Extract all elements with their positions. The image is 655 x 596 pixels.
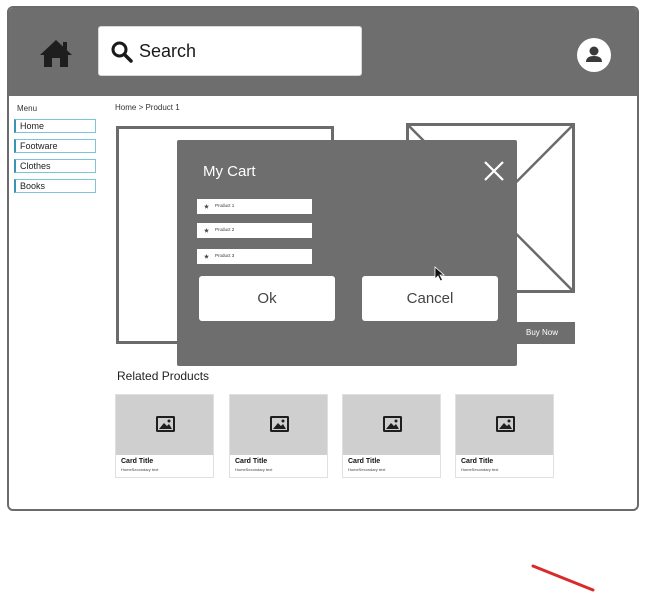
card-subtitle: HomeSecondary text (348, 467, 386, 472)
card-image (230, 395, 327, 455)
star-icon (204, 228, 209, 233)
search-icon (110, 40, 134, 64)
card-title: Card Title (235, 458, 268, 465)
sidebar-item-clothes[interactable]: Clothes (14, 159, 96, 173)
related-card-2[interactable]: Card Title HomeSecondary text (229, 394, 328, 478)
breadcrumb: Home > Product 1 (115, 103, 180, 112)
related-card-1[interactable]: Card Title HomeSecondary text (115, 394, 214, 478)
image-icon (383, 416, 402, 432)
card-image (116, 395, 213, 455)
search-input[interactable]: Search (98, 26, 362, 76)
star-icon (204, 204, 209, 209)
related-card-4[interactable]: Card Title HomeSecondary text (455, 394, 554, 478)
card-subtitle: HomeSecondary text (461, 467, 499, 472)
card-title: Card Title (348, 458, 381, 465)
cancel-button[interactable]: Cancel (362, 276, 498, 321)
card-image (456, 395, 553, 455)
home-icon[interactable] (39, 38, 73, 68)
related-products-heading: Related Products (117, 369, 210, 383)
star-icon (204, 254, 209, 259)
top-bar: Search (9, 8, 637, 96)
cart-item[interactable]: Product 1 (197, 199, 312, 214)
cart-item[interactable]: Product 2 (197, 223, 312, 238)
cursor-icon (434, 266, 446, 282)
cart-modal: My Cart Product 1 Product 2 Product 3 Ok… (177, 140, 517, 366)
card-image (343, 395, 440, 455)
sidebar-item-books[interactable]: Books (14, 179, 96, 193)
card-subtitle: HomeSecondary text (121, 467, 159, 472)
modal-title: My Cart (203, 163, 256, 180)
user-icon (586, 46, 602, 62)
card-title: Card Title (461, 458, 494, 465)
image-icon (496, 416, 515, 432)
app-window: Search Menu Home Footware Clothes Books … (7, 6, 639, 511)
cart-item-label: Product 1 (215, 203, 235, 208)
annotation-stroke (531, 564, 595, 592)
cart-item-label: Product 3 (215, 253, 235, 258)
card-title: Card Title (121, 458, 154, 465)
image-icon (156, 416, 175, 432)
sidebar-item-footware[interactable]: Footware (14, 139, 96, 153)
buy-now-button[interactable]: Buy Now (509, 322, 575, 344)
sidebar-item-home[interactable]: Home (14, 119, 96, 133)
ok-button[interactable]: Ok (199, 276, 335, 321)
search-placeholder: Search (139, 41, 197, 61)
sidebar-title: Menu (17, 104, 38, 113)
close-icon[interactable] (482, 159, 506, 183)
related-card-3[interactable]: Card Title HomeSecondary text (342, 394, 441, 478)
cart-item[interactable]: Product 3 (197, 249, 312, 264)
cart-item-label: Product 2 (215, 227, 235, 232)
user-avatar[interactable] (577, 38, 611, 72)
card-subtitle: HomeSecondary text (235, 467, 273, 472)
image-icon (270, 416, 289, 432)
